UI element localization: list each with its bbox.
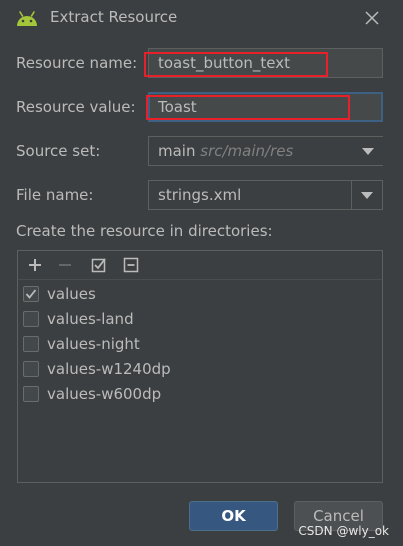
directories-label: Create the resource in directories: [16,222,273,240]
directories-toolbar [18,251,382,280]
source-set-path: src/main/res [200,142,294,160]
source-set-label: Source set: [16,142,101,160]
remove-icon[interactable] [56,256,74,274]
directory-label: values-w1240dp [47,360,171,378]
checkmark-icon [25,289,37,299]
resource-value-label: Resource value: [16,98,136,116]
resource-name-highlight [144,52,328,77]
resource-value-highlight [146,95,350,120]
directory-label: values-land [47,310,134,328]
checkbox[interactable] [23,311,39,327]
checkbox[interactable] [23,361,39,377]
chevron-down-icon[interactable] [361,192,373,199]
directory-label: values-w600dp [47,385,162,403]
resource-name-label: Resource name: [16,54,138,72]
dialog-title: Extract Resource [50,8,178,26]
chevron-down-icon [362,148,374,155]
unselect-all-icon[interactable] [122,256,140,274]
directory-label: values [47,285,96,303]
source-set-dropdown[interactable]: main src/main/res [148,136,383,166]
select-all-icon[interactable] [90,256,108,274]
directory-label: values-night [47,335,140,353]
source-set-value: main [158,142,196,160]
android-icon [17,11,37,26]
file-name-value: strings.xml [158,186,242,204]
ok-button[interactable]: OK [189,501,278,531]
file-name-dropdown[interactable]: strings.xml [148,180,383,210]
checkbox[interactable] [23,386,39,402]
watermark: CSDN @wly_ok [298,524,389,538]
title-bar: Extract Resource [0,0,403,36]
checkbox-checked[interactable] [23,286,39,302]
directories-panel: values values-land values-night values-w… [17,250,383,483]
dropdown-separator [351,181,352,209]
checkbox[interactable] [23,336,39,352]
add-icon[interactable] [26,256,44,274]
file-name-label: File name: [16,186,94,204]
close-icon[interactable] [362,8,382,28]
